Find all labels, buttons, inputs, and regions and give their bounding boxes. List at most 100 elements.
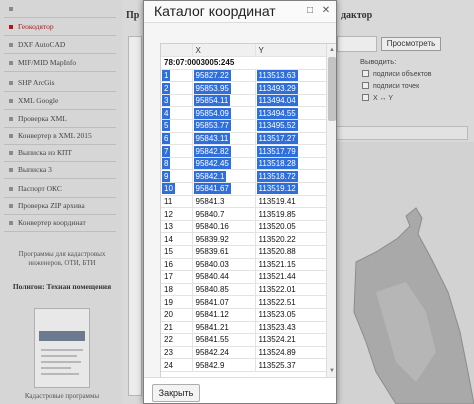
poster-line xyxy=(41,349,83,351)
table-row[interactable]: 15 95839.61 113520.88 xyxy=(161,245,327,259)
point-number: 6 xyxy=(162,132,171,144)
table-row[interactable]: 16 95840.03 113521.15 xyxy=(161,258,327,272)
sidebar-item[interactable]: Выписка 3 xyxy=(4,161,116,179)
coord-y: 113518.72 xyxy=(256,170,298,182)
table-cell-coord-y: 113519.12 xyxy=(255,182,327,196)
table-row[interactable]: 5 95853.77 113495.52 xyxy=(161,119,327,133)
table-cell-coord-x: 95840.44 xyxy=(192,270,256,284)
table-row[interactable]: 24 95842.9 113525.37 xyxy=(161,358,327,372)
sidebar-item[interactable] xyxy=(4,0,116,18)
bullet-icon xyxy=(9,43,13,47)
table-cell-coord-y: 113494.04 xyxy=(255,94,327,108)
option-object-labels[interactable]: подписи объектов xyxy=(362,70,432,78)
scroll-thumb[interactable] xyxy=(328,57,336,121)
bullet-icon xyxy=(9,99,13,103)
dialog-titlebar[interactable]: Каталог координат □ ✕ xyxy=(144,1,336,23)
table-row[interactable]: 4 95854.09 113494.55 xyxy=(161,106,327,121)
sidebar-item[interactable]: SHP ArcGis xyxy=(4,74,116,92)
checkbox[interactable] xyxy=(362,94,369,101)
dialog-content: X Y 78:07:0003005:245 1 95827.22 113513.63… xyxy=(144,23,336,377)
sidebar-item[interactable]: Конвертер координат xyxy=(4,214,116,232)
vertical-scrollbar[interactable]: ▲ ▼ xyxy=(326,44,336,377)
sidebar-item[interactable]: Выписка из КПТ xyxy=(4,144,116,162)
scroll-up-arrow-icon[interactable]: ▲ xyxy=(328,46,336,54)
table-row[interactable]: 3 95854.11 113494.04 xyxy=(161,94,327,108)
maximize-icon[interactable]: □ xyxy=(304,5,316,17)
table-row[interactable]: 10 95841.67 113519.12 xyxy=(161,182,327,196)
option-label: X ↔ Y xyxy=(373,95,394,102)
point-number: 21 xyxy=(164,322,173,332)
sidebar-item[interactable]: Паспорт ОКС xyxy=(4,180,116,198)
view-button[interactable]: Просмотреть xyxy=(381,37,441,51)
table-row[interactable]: 8 95842.45 113518.28 xyxy=(161,157,327,171)
sidebar-item[interactable]: Проверка XML xyxy=(4,110,116,128)
table-cell-point-number: 13 xyxy=(161,220,193,234)
table-row[interactable]: 7 95842.82 113517.79 xyxy=(161,144,327,158)
table-row[interactable]: 17 95840.44 113521.44 xyxy=(161,270,327,284)
table-cell-coord-y: 113520.88 xyxy=(255,245,327,259)
bullet-icon xyxy=(9,204,13,208)
bullet-icon xyxy=(9,221,13,225)
poster-line xyxy=(41,367,71,369)
coord-x: 95840.44 xyxy=(195,272,229,282)
checkbox[interactable] xyxy=(362,70,369,77)
sidebar-item-label: Проверка ZIP архива xyxy=(18,201,85,210)
sidebar-item-label: MIF/MID MapInfo xyxy=(18,58,77,67)
table-row[interactable]: 9 95842.1 113518.72 xyxy=(161,169,327,184)
option-point-labels[interactable]: подписи точек xyxy=(362,82,419,90)
coord-y: 113523.05 xyxy=(258,310,296,320)
close-button[interactable]: Закрыть xyxy=(152,384,200,402)
sidebar-item[interactable]: Конвертер в XML 2015 xyxy=(4,127,116,145)
point-number: 8 xyxy=(162,158,171,169)
table-row[interactable]: 19 95841.07 113522.51 xyxy=(161,295,327,309)
point-number: 15 xyxy=(164,247,173,257)
bullet-icon xyxy=(9,25,13,29)
coord-y: 113521.15 xyxy=(258,259,296,269)
scroll-down-arrow-icon[interactable]: ▼ xyxy=(328,367,336,375)
sidebar-item-label: DXF AutoCAD xyxy=(18,40,66,49)
table-cell-coord-x: 95842.45 xyxy=(192,157,256,171)
table-cell-coord-y: 113518.28 xyxy=(255,157,327,171)
close-icon[interactable]: ✕ xyxy=(320,5,332,17)
map-canvas[interactable] xyxy=(336,142,474,404)
coord-y: 113517.27 xyxy=(256,132,298,144)
table-row[interactable]: 21 95841.21 113523.43 xyxy=(161,321,327,335)
checkbox[interactable] xyxy=(362,82,369,89)
table-header-row: X Y xyxy=(161,44,327,58)
table-cell-coord-y: 113517.27 xyxy=(255,132,327,146)
coord-x: 95840.03 xyxy=(195,259,229,269)
table-row[interactable]: 14 95839.92 113520.22 xyxy=(161,232,327,246)
table-cell-coord-y: 113495.52 xyxy=(255,119,327,133)
table-row[interactable]: 23 95842.24 113524.89 xyxy=(161,346,327,360)
table-row[interactable]: 12 95840.7 113519.85 xyxy=(161,207,327,221)
column-header-y: Y xyxy=(255,44,327,58)
table-cell-coord-x: 95840.03 xyxy=(192,258,256,272)
sidebar-item-label: Выписка 3 xyxy=(18,165,52,174)
coordinates-table: X Y 78:07:0003005:245 1 95827.22 113513.63… xyxy=(161,44,327,372)
coord-x: 95841.07 xyxy=(195,297,229,307)
table-row[interactable]: 22 95841.55 113524.21 xyxy=(161,333,327,347)
table-row[interactable]: 6 95843.11 113517.27 xyxy=(161,132,327,146)
table-row[interactable]: 13 95840.16 113520.05 xyxy=(161,220,327,234)
coord-x: 95839.61 xyxy=(195,247,229,257)
option-swap-xy[interactable]: X ↔ Y xyxy=(362,94,393,102)
cadastral-number-row[interactable]: 78:07:0003005:245 xyxy=(161,56,327,70)
table-cell-coord-y: 113521.15 xyxy=(255,258,327,272)
table-cell-coord-y: 113521.44 xyxy=(255,270,327,284)
table-row[interactable]: 11 95841.3 113519.41 xyxy=(161,195,327,209)
sidebar-item[interactable]: MIF/MID MapInfo xyxy=(4,54,116,72)
sidebar-item[interactable]: Геокодятор xyxy=(4,18,116,36)
table-row[interactable]: 1 95827.22 113513.63 xyxy=(161,69,327,83)
table-row[interactable]: 2 95853.95 113493.29 xyxy=(161,81,327,95)
sidebar-item[interactable]: XML Google xyxy=(4,92,116,110)
coord-x: 95854.09 xyxy=(193,107,231,119)
coord-x: 95854.11 xyxy=(193,95,231,106)
table-row[interactable]: 20 95841.12 113523.05 xyxy=(161,308,327,322)
sidebar-item[interactable]: Проверка ZIP архива xyxy=(4,197,116,215)
table-row[interactable]: 18 95840.85 113522.01 xyxy=(161,283,327,297)
table-cell-point-number: 23 xyxy=(161,346,193,360)
editor-field xyxy=(337,36,377,52)
sidebar-item[interactable]: DXF AutoCAD xyxy=(4,36,116,54)
bullet-icon xyxy=(9,187,13,191)
table-cell-point-number: 3 xyxy=(161,94,193,108)
